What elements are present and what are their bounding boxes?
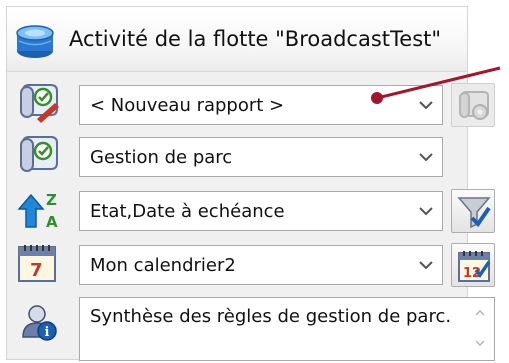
report-select[interactable]: < Nouveau rapport > bbox=[79, 85, 443, 125]
sort-select-value: Etat,Date à echéance bbox=[90, 201, 285, 222]
svg-text:A: A bbox=[46, 213, 58, 231]
svg-text:7: 7 bbox=[30, 260, 43, 281]
calendar-edit-button[interactable]: 12 bbox=[451, 243, 495, 287]
template-select[interactable]: Gestion de parc bbox=[79, 137, 443, 177]
sort-select[interactable]: Etat,Date à echéance bbox=[79, 191, 443, 231]
template-scroll-icon bbox=[20, 136, 58, 172]
chevron-down-icon bbox=[419, 261, 433, 270]
window-title: Activité de la flotte "BroadcastTest" bbox=[69, 27, 442, 51]
filter-icon bbox=[457, 197, 491, 229]
fleet-activity-panel: Activité de la flotte "BroadcastTest" < … bbox=[6, 6, 495, 361]
calendar-edit-icon: 12 bbox=[458, 251, 491, 282]
info-user-icon: i bbox=[22, 305, 57, 341]
svg-text:Z: Z bbox=[46, 191, 57, 209]
database-icon bbox=[16, 25, 54, 58]
filter-button[interactable] bbox=[451, 189, 495, 233]
description-textarea[interactable]: Synthèse des règles de gestion de parc. bbox=[79, 297, 495, 361]
report-settings-icon bbox=[459, 91, 489, 120]
report-settings-button[interactable] bbox=[451, 83, 495, 127]
calendar-select[interactable]: Mon calendrier2 bbox=[79, 245, 443, 285]
scroll-up-icon[interactable] bbox=[474, 308, 486, 318]
calendar-icon: 7 bbox=[18, 245, 56, 282]
svg-text:i: i bbox=[45, 325, 50, 340]
chevron-down-icon bbox=[419, 153, 433, 162]
title-bar: Activité de la flotte "BroadcastTest" bbox=[7, 7, 467, 72]
description-text: Synthèse des règles de gestion de parc. bbox=[90, 306, 452, 327]
chevron-down-icon bbox=[419, 207, 433, 216]
calendar-select-value: Mon calendrier2 bbox=[90, 255, 236, 276]
chevron-down-icon bbox=[419, 101, 433, 110]
report-select-value: < Nouveau rapport > bbox=[90, 95, 285, 116]
template-select-value: Gestion de parc bbox=[90, 147, 233, 168]
description-scrollbar[interactable] bbox=[466, 298, 494, 360]
report-scroll-icon bbox=[20, 84, 59, 123]
sort-az-icon: Z A bbox=[17, 191, 58, 231]
scroll-down-icon[interactable] bbox=[474, 338, 486, 348]
